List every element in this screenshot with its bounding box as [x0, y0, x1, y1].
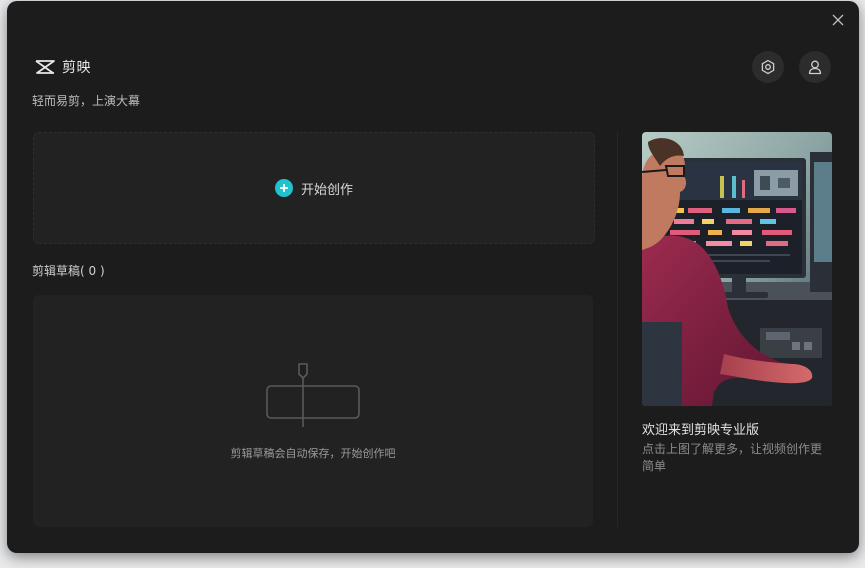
- plus-circle-icon: [274, 179, 293, 197]
- start-creation-button[interactable]: 开始创作: [33, 132, 595, 244]
- promo-illustration: [642, 132, 832, 406]
- drafts-panel: 剪辑草稿会自动保存，开始创作吧: [33, 295, 593, 527]
- settings-button[interactable]: [752, 51, 784, 83]
- account-button[interactable]: [799, 51, 831, 83]
- timeline-clip-icon: [266, 363, 360, 427]
- drafts-empty-text: 剪辑草稿会自动保存，开始创作吧: [230, 447, 396, 460]
- drafts-heading: 剪辑草稿( 0 ): [32, 264, 105, 278]
- close-icon: [832, 14, 844, 26]
- app-logo: 剪映: [34, 56, 91, 78]
- close-button[interactable]: [828, 10, 848, 30]
- start-creation-label: 开始创作: [300, 182, 353, 198]
- hexagon-settings-icon: [761, 59, 775, 75]
- promo-description: 点击上图了解更多，让视频创作更简单: [642, 442, 823, 473]
- promo-title: 欢迎来到剪映专业版: [642, 423, 760, 438]
- promo-image[interactable]: [642, 132, 832, 406]
- user-icon: [808, 60, 822, 75]
- app-name: 剪映: [62, 60, 91, 76]
- main-window: 剪映 轻而易剪，上演大幕 开始创作 剪辑草稿( 0 ) 剪辑草稿会自动保存，开始…: [7, 1, 859, 553]
- vertical-divider: [617, 131, 618, 527]
- app-slogan: 轻而易剪，上演大幕: [32, 94, 141, 108]
- capcut-logo-icon: [35, 60, 55, 74]
